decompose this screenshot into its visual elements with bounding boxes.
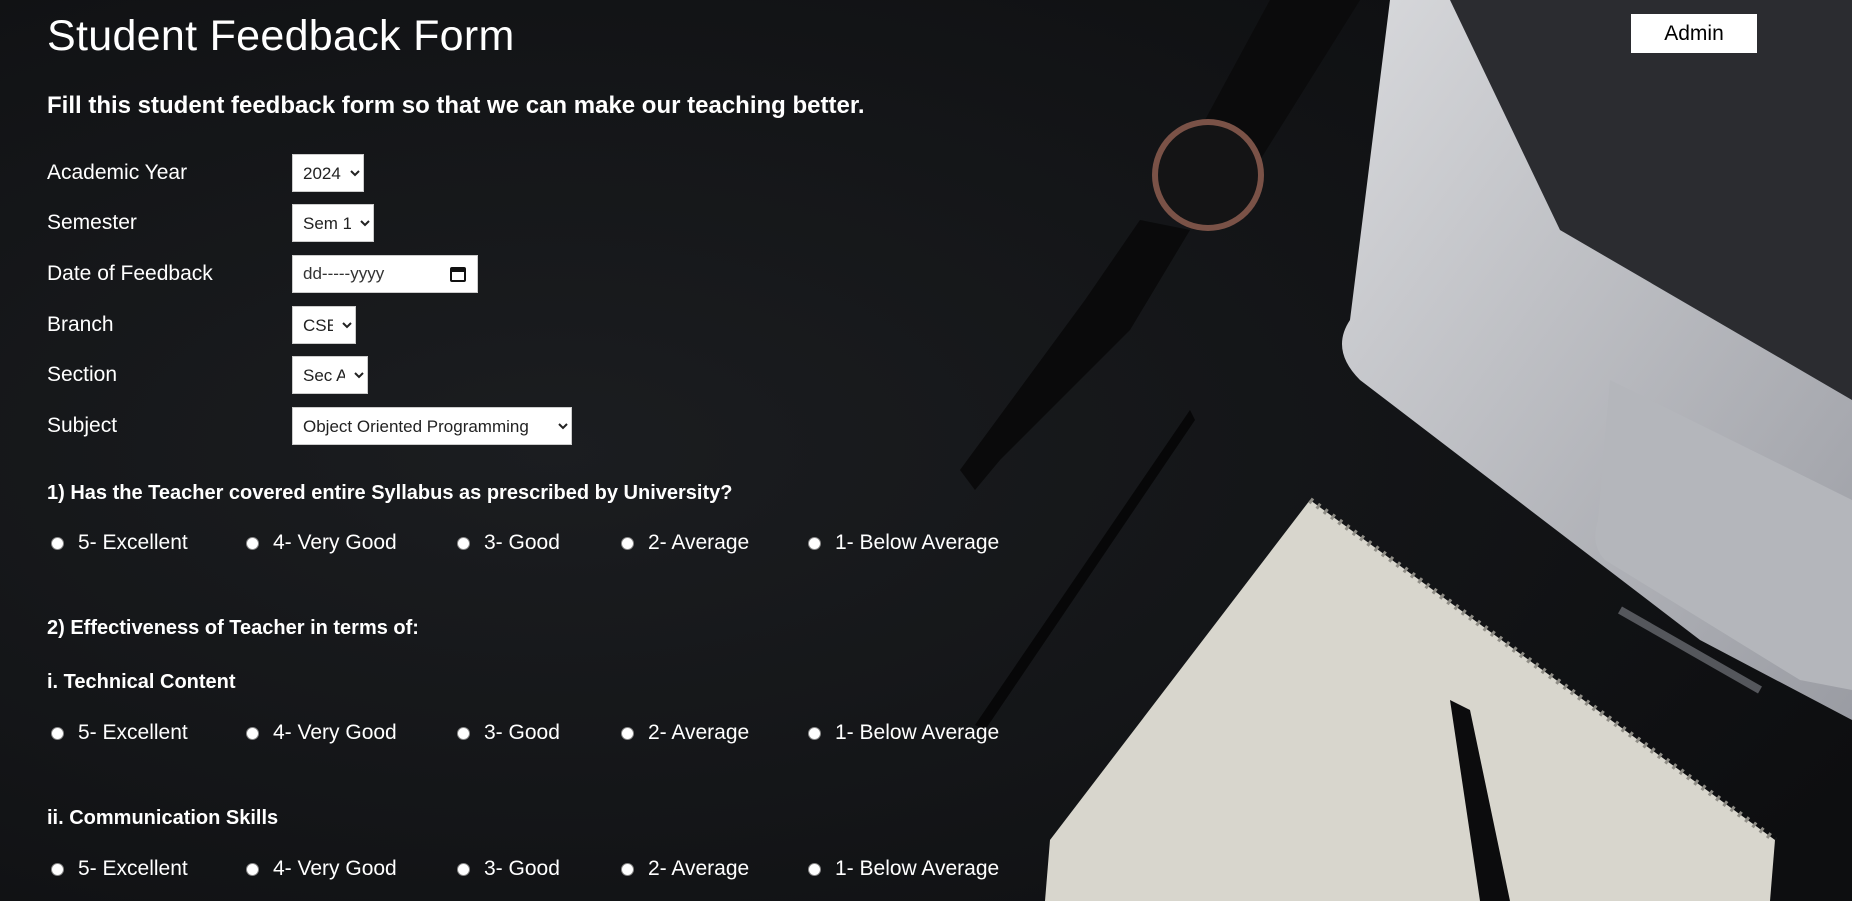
branch-label: Branch xyxy=(47,313,114,336)
q2ii-option-very-good[interactable]: 4- Very Good xyxy=(246,857,397,881)
radio-button[interactable] xyxy=(457,726,470,740)
option-label: 3- Good xyxy=(484,721,560,744)
calendar-icon[interactable] xyxy=(449,265,467,283)
date-label: Date of Feedback xyxy=(47,262,213,285)
q2i-option-below-average[interactable]: 1- Below Average xyxy=(808,721,999,745)
radio-button[interactable] xyxy=(621,536,634,550)
subject-label: Subject xyxy=(47,414,118,437)
admin-button[interactable]: Admin xyxy=(1631,14,1757,53)
academic-year-select[interactable]: 2024 xyxy=(292,154,364,192)
option-label: 4- Very Good xyxy=(273,531,397,554)
branch-row: Branch CSE xyxy=(47,305,356,345)
radio-button[interactable] xyxy=(621,862,634,876)
academic-year-row: Academic Year 2024 xyxy=(47,153,364,193)
question-2-technical-content: i. Technical Content xyxy=(47,671,236,693)
question-2: 2) Effectiveness of Teacher in terms of: xyxy=(47,617,419,639)
date-input[interactable]: dd-----yyyy xyxy=(292,255,478,293)
branch-select[interactable]: CSE xyxy=(292,306,356,344)
q1-option-good[interactable]: 3- Good xyxy=(457,531,560,555)
subject-select[interactable]: Object Oriented Programming xyxy=(292,407,572,445)
option-label: 1- Below Average xyxy=(835,531,1000,554)
q2i-option-very-good[interactable]: 4- Very Good xyxy=(246,721,397,745)
section-row: Section Sec A xyxy=(47,355,368,395)
q2ii-option-average[interactable]: 2- Average xyxy=(621,857,749,881)
option-label: 3- Good xyxy=(484,857,560,880)
radio-button[interactable] xyxy=(808,726,821,740)
option-label: 1- Below Average xyxy=(835,721,1000,744)
q1-rating-group: 5- Excellent 4- Very Good 3- Good 2- Ave… xyxy=(47,531,1047,561)
q2i-option-excellent[interactable]: 5- Excellent xyxy=(51,721,188,745)
date-row: Date of Feedback dd-----yyyy xyxy=(47,254,478,294)
radio-button[interactable] xyxy=(808,862,821,876)
q2i-option-good[interactable]: 3- Good xyxy=(457,721,560,745)
radio-button[interactable] xyxy=(246,726,259,740)
radio-button[interactable] xyxy=(246,862,259,876)
option-label: 2- Average xyxy=(648,531,750,554)
q2ii-rating-group: 5- Excellent 4- Very Good 3- Good 2- Ave… xyxy=(47,857,1047,887)
subject-row: Subject Object Oriented Programming xyxy=(47,406,572,446)
radio-button[interactable] xyxy=(246,536,259,550)
semester-select[interactable]: Sem 1 xyxy=(292,204,374,242)
option-label: 4- Very Good xyxy=(273,857,397,880)
option-label: 1- Below Average xyxy=(835,857,1000,880)
q1-option-very-good[interactable]: 4- Very Good xyxy=(246,531,397,555)
radio-button[interactable] xyxy=(457,862,470,876)
option-label: 5- Excellent xyxy=(78,721,188,744)
date-placeholder: dd-----yyyy xyxy=(303,264,385,283)
option-label: 5- Excellent xyxy=(78,857,188,880)
page-title: Student Feedback Form xyxy=(47,12,515,60)
radio-button[interactable] xyxy=(51,536,64,550)
q2ii-option-good[interactable]: 3- Good xyxy=(457,857,560,881)
radio-button[interactable] xyxy=(808,536,821,550)
option-label: 5- Excellent xyxy=(78,531,188,554)
q1-option-average[interactable]: 2- Average xyxy=(621,531,749,555)
question-2-communication-skills: ii. Communication Skills xyxy=(47,807,279,829)
q2i-rating-group: 5- Excellent 4- Very Good 3- Good 2- Ave… xyxy=(47,721,1047,751)
option-label: 3- Good xyxy=(484,531,560,554)
radio-button[interactable] xyxy=(51,862,64,876)
q2ii-option-below-average[interactable]: 1- Below Average xyxy=(808,857,999,881)
semester-label: Semester xyxy=(47,211,137,234)
option-label: 2- Average xyxy=(648,857,750,880)
q2ii-option-excellent[interactable]: 5- Excellent xyxy=(51,857,188,881)
option-label: 2- Average xyxy=(648,721,750,744)
academic-year-label: Academic Year xyxy=(47,161,188,184)
radio-button[interactable] xyxy=(51,726,64,740)
q2i-option-average[interactable]: 2- Average xyxy=(621,721,749,745)
semester-row: Semester Sem 1 xyxy=(47,203,374,243)
question-1: 1) Has the Teacher covered entire Syllab… xyxy=(47,482,733,504)
radio-button[interactable] xyxy=(457,536,470,550)
section-label: Section xyxy=(47,363,118,386)
section-select[interactable]: Sec A xyxy=(292,356,368,394)
q1-option-excellent[interactable]: 5- Excellent xyxy=(51,531,188,555)
background-photo xyxy=(0,0,1852,901)
page-subtitle: Fill this student feedback form so that … xyxy=(47,92,865,119)
radio-button[interactable] xyxy=(621,726,634,740)
q1-option-below-average[interactable]: 1- Below Average xyxy=(808,531,999,555)
option-label: 4- Very Good xyxy=(273,721,397,744)
